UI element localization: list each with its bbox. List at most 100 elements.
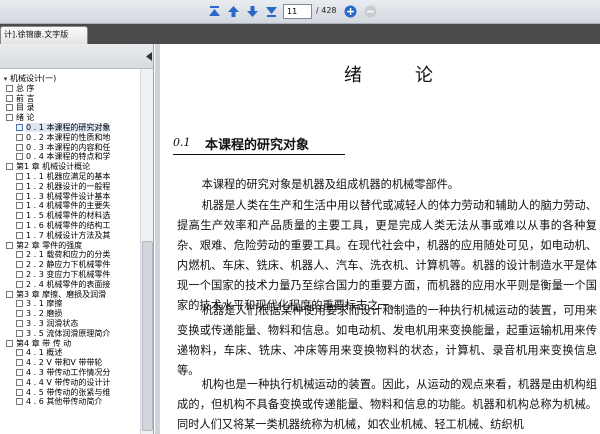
expand-toggle-icon[interactable]: ▾ bbox=[2, 75, 9, 84]
toc-item-label: 3 . 3 润滑状态 bbox=[26, 318, 79, 328]
zoom-in-icon[interactable] bbox=[342, 3, 359, 20]
bookmark-page-icon bbox=[16, 310, 23, 318]
bookmark-page-icon bbox=[6, 84, 13, 92]
bookmark-page-icon bbox=[16, 270, 23, 278]
document-tab[interactable]: 计].徐锦康.文字版 bbox=[0, 26, 88, 44]
toc-item[interactable]: 1 . 4 机械零件的主要失 bbox=[0, 201, 140, 211]
toc-item[interactable]: 0 . 2 本课程的性质和地 bbox=[0, 133, 140, 143]
toc-item[interactable]: 2 . 2 静应力下机械零件 bbox=[0, 260, 140, 270]
toc-item-label: 1 . 2 机器设计的一般程 bbox=[26, 181, 111, 191]
previous-page-icon[interactable] bbox=[225, 3, 242, 20]
toc-item[interactable]: 第1 章 机械设计概论 bbox=[0, 162, 140, 172]
body-paragraph: 机构也是一种执行机械运动的装置。因此，从运动的观点来看，机器是由机构组成的，但机… bbox=[177, 378, 597, 431]
sidebar-scrollbar[interactable] bbox=[140, 69, 153, 434]
zoom-out-icon[interactable] bbox=[362, 3, 379, 20]
toc-item[interactable]: 0 . 3 本课程的内容和任 bbox=[0, 143, 140, 153]
bookmark-page-icon bbox=[16, 378, 23, 386]
toc-item[interactable]: ▾ 机械设计(一) bbox=[0, 74, 140, 84]
toc-item[interactable]: 0 . 1 本课程的研究对象 bbox=[0, 122, 140, 133]
bookmark-page-icon bbox=[16, 231, 23, 239]
bookmark-page-icon bbox=[16, 123, 23, 131]
toc-item-label: 4 . 5 带传动的张紧与维 bbox=[26, 387, 111, 397]
collapse-sidebar-icon[interactable] bbox=[146, 52, 152, 61]
toc-item[interactable]: 前 言 bbox=[0, 94, 140, 104]
toc-item[interactable]: 第3 章 摩擦、磨损及润滑 bbox=[0, 290, 140, 300]
toc-item[interactable]: 2 . 1 载荷和应力的分类 bbox=[0, 250, 140, 260]
first-page-icon[interactable] bbox=[206, 3, 223, 20]
toc-item[interactable]: 0 . 4 本课程的特点和学 bbox=[0, 152, 140, 162]
bookmark-page-icon bbox=[16, 398, 23, 406]
toc-item-label: 1 . 7 机械设计方法及其 bbox=[26, 230, 111, 240]
bookmark-page-icon bbox=[6, 104, 13, 112]
toc-item-label: 4 . 1 概述 bbox=[26, 348, 63, 358]
toc-item[interactable]: 绪 论 bbox=[0, 113, 140, 123]
page-number-input[interactable] bbox=[283, 4, 312, 19]
toc-item-label: 0 . 4 本课程的特点和学 bbox=[26, 152, 111, 162]
toc-item[interactable]: 3 . 1 摩擦 bbox=[0, 299, 140, 309]
bookmark-page-icon bbox=[6, 339, 13, 347]
toc-item-label: 2 . 3 变应力下机械零件 bbox=[26, 269, 111, 279]
toc-item-label: 4 . 4 V 带传动的设计计 bbox=[26, 377, 111, 387]
toc-item-label: 第1 章 机械设计概论 bbox=[16, 162, 91, 172]
toc-item[interactable]: 1 . 2 机器设计的一般程 bbox=[0, 182, 140, 192]
toc-item-label: 前 言 bbox=[16, 93, 35, 103]
bookmark-page-icon bbox=[6, 290, 13, 298]
last-page-icon[interactable] bbox=[263, 3, 280, 20]
bookmark-page-icon bbox=[16, 280, 23, 288]
bookmark-page-icon bbox=[16, 359, 23, 367]
bookmark-page-icon bbox=[16, 388, 23, 396]
toc-item[interactable]: 4 . 5 带传动的张紧与维 bbox=[0, 388, 140, 398]
chapter-title-right: 论 bbox=[415, 65, 433, 86]
page-gutter bbox=[155, 44, 160, 434]
bookmark-page-icon bbox=[16, 192, 23, 200]
toc-item[interactable]: 3 . 5 流体润滑原理简介 bbox=[0, 329, 140, 339]
toc-item[interactable]: 1 . 3 机械零件设计基本 bbox=[0, 192, 140, 202]
bookmark-page-icon bbox=[16, 172, 23, 180]
chapter-title-left: 绪 bbox=[344, 65, 363, 86]
bookmark-page-icon bbox=[16, 221, 23, 229]
toc-item-label: 1 . 4 机械零件的主要失 bbox=[26, 201, 111, 211]
navigation-toolbar: / 428 bbox=[0, 0, 600, 24]
document-tab-label: 计].徐锦康.文字版 bbox=[4, 30, 69, 39]
toc-item[interactable]: 4 . 2 V 带和V 带带轮 bbox=[0, 358, 140, 368]
toc-item-label: 绪 论 bbox=[16, 113, 35, 123]
bookmark-page-icon bbox=[16, 133, 23, 141]
next-page-icon[interactable] bbox=[244, 3, 261, 20]
bookmark-page-icon bbox=[16, 319, 23, 327]
toc-item[interactable]: 4 . 1 概述 bbox=[0, 348, 140, 358]
toc-item-label: 2 . 2 静应力下机械零件 bbox=[26, 260, 111, 270]
section-title: 本课程的研究对象 bbox=[205, 138, 310, 153]
toc-item-label: 4 . 6 其他带传动简介 bbox=[26, 397, 103, 407]
toc-item[interactable]: 总 序 bbox=[0, 84, 140, 94]
bookmark-page-icon bbox=[16, 261, 23, 269]
toc-item[interactable]: 2 . 3 变应力下机械零件 bbox=[0, 270, 140, 280]
toc-item-label: 1 . 3 机械零件设计基本 bbox=[26, 191, 111, 201]
toc-item[interactable]: 目 录 bbox=[0, 103, 140, 113]
toc-item-label: 0 . 2 本课程的性质和地 bbox=[26, 132, 111, 142]
toc-item[interactable]: 第2 章 零件的强度 bbox=[0, 241, 140, 251]
sidebar-scroll-thumb[interactable] bbox=[142, 241, 153, 431]
page-total-label: / 428 bbox=[316, 6, 337, 15]
toc-item-label: 总 序 bbox=[16, 83, 35, 93]
bookmark-page-icon bbox=[16, 300, 23, 308]
toc-item[interactable]: 2 . 4 机械零件的表面接 bbox=[0, 280, 140, 290]
toc-item-label: 目 录 bbox=[16, 103, 35, 113]
toc-item-label: 0 . 1 本课程的研究对象 bbox=[26, 122, 111, 132]
toc-item-label: 4 . 3 带传动工作情况分 bbox=[26, 367, 111, 377]
toc-item-label: 第3 章 摩擦、磨损及润滑 bbox=[16, 289, 107, 299]
bookmark-page-icon bbox=[16, 153, 23, 161]
toc-item[interactable]: 1 . 1 机器应满足的基本 bbox=[0, 172, 140, 182]
toc-item[interactable]: 4 . 3 带传动工作情况分 bbox=[0, 368, 140, 378]
bookmark-sidebar: ▾ 机械设计(一) 总 序前 言目 录绪 论0 . 1 本课程的研究对象 0 . 2 … bbox=[0, 44, 154, 434]
toc-item[interactable]: 3 . 2 磨损 bbox=[0, 309, 140, 319]
toc-item[interactable]: 1 . 5 机械零件的材料选 bbox=[0, 211, 140, 221]
toc-item[interactable]: 1 . 7 机械设计方法及其 bbox=[0, 231, 140, 241]
toc-item[interactable]: 3 . 3 润滑状态 bbox=[0, 319, 140, 329]
toc-item-label: 0 . 3 本课程的内容和任 bbox=[26, 142, 111, 152]
toc-item[interactable]: 1 . 6 机械零件的结构工 bbox=[0, 221, 140, 231]
toc-item[interactable]: 第4 章 带 传 动 bbox=[0, 339, 140, 349]
toc-item[interactable]: 4 . 4 V 带传动的设计计 bbox=[0, 378, 140, 388]
sidebar-header bbox=[0, 44, 153, 69]
section-underline bbox=[173, 154, 345, 155]
toc-item[interactable]: 4 . 6 其他带传动简介 bbox=[0, 397, 140, 407]
